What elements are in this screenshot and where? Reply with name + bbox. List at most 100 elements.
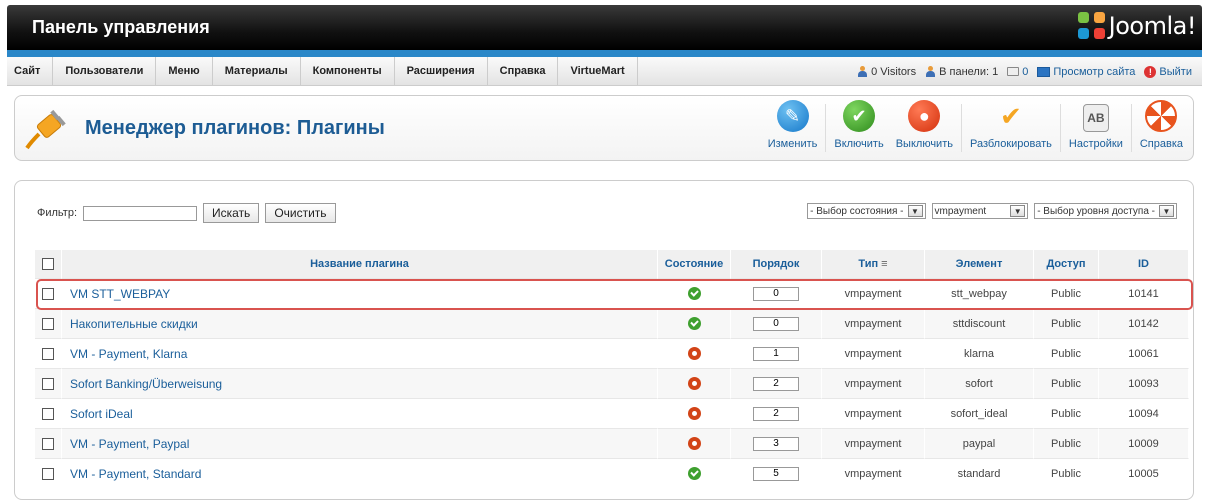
disabled-icon[interactable] <box>687 377 701 390</box>
disable-button[interactable]: ● Выключить <box>890 100 959 156</box>
access-cell[interactable]: Public <box>1034 398 1099 428</box>
disabled-icon[interactable] <box>687 437 701 450</box>
lifebuoy-icon <box>1145 100 1178 132</box>
row-checkbox[interactable] <box>42 467 54 480</box>
access-cell[interactable]: Public <box>1034 278 1099 308</box>
order-input[interactable] <box>753 346 799 361</box>
filter-input[interactable] <box>83 205 198 221</box>
menu-menus[interactable]: Меню <box>156 57 213 86</box>
table-row[interactable]: VM STT_WEBPAY vmpaymentstt_webpayPublic10… <box>35 278 1189 308</box>
view-site-link[interactable]: Просмотр сайта <box>1037 66 1135 78</box>
col-state[interactable]: Состояние <box>658 250 731 278</box>
unlock-button[interactable]: ✔ Разблокировать <box>964 100 1058 156</box>
logout-icon: ! <box>1144 65 1157 78</box>
table-row[interactable]: VM - Payment, Klarna vmpaymentklarnaPubli… <box>35 338 1189 368</box>
pencil-icon: ✎ <box>776 100 809 132</box>
disabled-icon[interactable] <box>687 407 701 420</box>
menu-help[interactable]: Справка <box>488 57 559 86</box>
access-cell[interactable]: Public <box>1034 458 1099 488</box>
col-order[interactable]: Порядок <box>731 250 822 278</box>
element-cell: standard <box>925 458 1034 488</box>
id-cell: 10141 <box>1099 278 1189 308</box>
enable-button[interactable]: ✔ Включить <box>828 100 889 156</box>
type-cell: vmpayment <box>822 278 925 308</box>
joomla-logo[interactable]: Joomla! <box>1077 12 1197 40</box>
plugin-name-link[interactable]: Sofort iDeal <box>62 398 658 428</box>
state-cell <box>658 368 731 398</box>
admins-status: В панели: 1 <box>925 66 998 78</box>
select-all-checkbox[interactable] <box>42 258 54 271</box>
chevron-down-icon: ▼ <box>907 205 923 217</box>
col-name[interactable]: Название плагина <box>62 250 658 278</box>
access-cell[interactable]: Public <box>1034 368 1099 398</box>
menu-site[interactable]: Сайт <box>7 57 54 86</box>
order-input[interactable] <box>753 406 799 421</box>
row-checkbox[interactable] <box>42 377 54 390</box>
col-element[interactable]: Элемент <box>925 250 1034 278</box>
enabled-icon[interactable] <box>687 317 701 330</box>
access-select[interactable]: - Выбор уровня доступа - ▼ <box>1034 203 1177 219</box>
access-cell[interactable]: Public <box>1034 308 1099 338</box>
enabled-icon[interactable] <box>687 467 701 480</box>
state-cell <box>658 338 731 368</box>
logout-label[interactable]: Выйти <box>1159 66 1192 78</box>
unlock-label: Разблокировать <box>969 138 1052 150</box>
type-select[interactable]: vmpayment ▼ <box>931 203 1029 219</box>
table-row[interactable]: VM - Payment, Standard vmpaymentstandardP… <box>35 458 1189 488</box>
plugin-name-link[interactable]: VM - Payment, Paypal <box>62 428 658 458</box>
table-row[interactable]: Sofort Banking/Überweisung vmpaymentsofor… <box>35 368 1189 398</box>
order-cell <box>731 428 822 458</box>
plugin-name-link[interactable]: VM - Payment, Klarna <box>62 338 658 368</box>
plugin-name-link[interactable]: VM STT_WEBPAY <box>62 278 658 308</box>
messages-status[interactable]: 0 <box>1007 66 1028 78</box>
type-select-value: vmpayment <box>934 205 987 217</box>
col-type[interactable]: Тип ≡ <box>822 250 925 278</box>
clear-button[interactable]: Очистить <box>265 203 336 223</box>
settings-button[interactable]: AB Настройки <box>1063 100 1129 156</box>
menu-extensions[interactable]: Расширения <box>395 57 488 86</box>
table-row[interactable]: Sofort iDeal vmpaymentsofort_idealPublic1… <box>35 398 1189 428</box>
col-access[interactable]: Доступ <box>1034 250 1099 278</box>
menu-content[interactable]: Материалы <box>213 57 301 86</box>
visitors-count: 0 Visitors <box>871 65 917 78</box>
filter-selects: - Выбор состояния - ▼ vmpayment ▼ - Выбо… <box>807 203 1177 219</box>
access-cell[interactable]: Public <box>1034 428 1099 458</box>
row-checkbox[interactable] <box>42 287 54 300</box>
plugin-name-link[interactable]: VM - Payment, Standard <box>62 458 658 488</box>
row-checkbox[interactable] <box>42 407 54 420</box>
row-checkbox[interactable] <box>42 317 54 330</box>
messages-count[interactable]: 0 <box>1022 66 1028 78</box>
search-button[interactable]: Искать <box>203 203 260 223</box>
order-input[interactable] <box>753 466 799 481</box>
enabled-icon[interactable] <box>687 287 701 300</box>
disabled-icon[interactable] <box>687 347 701 360</box>
access-cell[interactable]: Public <box>1034 338 1099 368</box>
order-input[interactable] <box>753 316 799 331</box>
state-select[interactable]: - Выбор состояния - ▼ <box>807 203 926 219</box>
order-input[interactable] <box>753 376 799 391</box>
disable-icon: ● <box>908 100 941 132</box>
col-id[interactable]: ID <box>1099 250 1189 278</box>
order-input[interactable] <box>753 286 799 301</box>
select-all-cell <box>35 250 62 278</box>
plugin-name-link[interactable]: Sofort Banking/Überweisung <box>62 368 658 398</box>
table-row[interactable]: VM - Payment, Paypal vmpaymentpaypalPubli… <box>35 428 1189 458</box>
edit-button[interactable]: ✎ Изменить <box>762 100 824 156</box>
plugin-name-link[interactable]: Накопительные скидки <box>62 308 658 338</box>
row-select-cell <box>35 428 62 458</box>
view-site-label[interactable]: Просмотр сайта <box>1053 66 1135 78</box>
menu-users[interactable]: Пользователи <box>53 57 157 86</box>
row-checkbox[interactable] <box>42 347 54 360</box>
row-checkbox[interactable] <box>42 437 54 450</box>
help-button[interactable]: Справка <box>1134 100 1189 156</box>
filter-bar: Фильтр: Искать Очистить <box>37 203 336 223</box>
admin-title: Панель управления <box>32 17 210 37</box>
menu-virtuemart[interactable]: VirtueMart <box>558 57 638 86</box>
table-row[interactable]: Накопительные скидки vmpaymentsttdiscount… <box>35 308 1189 338</box>
element-cell: sofort <box>925 368 1034 398</box>
chevron-down-icon: ▼ <box>1159 205 1174 217</box>
menu-components[interactable]: Компоненты <box>301 57 395 86</box>
element-cell: sofort_ideal <box>925 398 1034 428</box>
order-input[interactable] <box>753 436 799 451</box>
logout-link[interactable]: ! Выйти <box>1144 65 1192 78</box>
